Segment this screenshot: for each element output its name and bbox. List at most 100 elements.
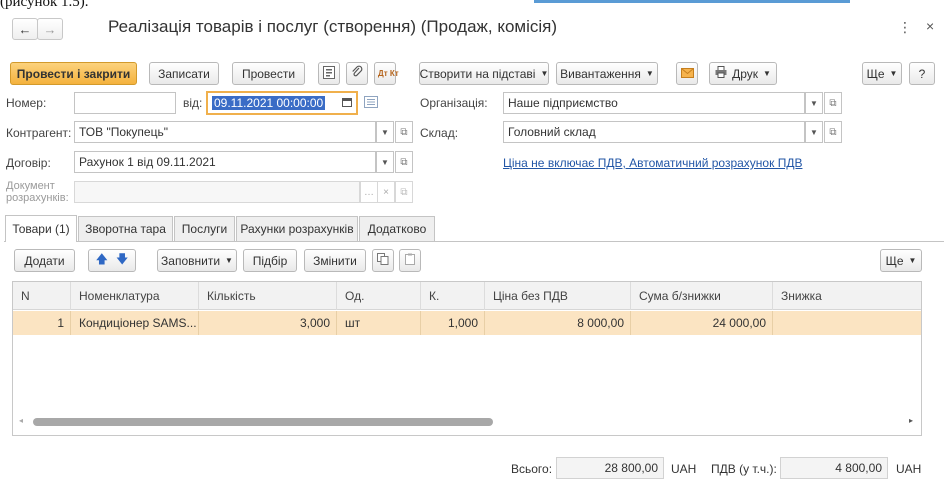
number-field[interactable] (74, 92, 176, 114)
arrow-up-icon[interactable]: 🡅 (96, 250, 108, 271)
calendar-icon[interactable] (342, 96, 352, 110)
total-currency: UAH (671, 462, 697, 476)
warehouse-open-button[interactable]: ⧉ (824, 121, 842, 143)
organization-label: Організація: (420, 96, 488, 110)
contract-dropdown-button[interactable]: ▼ (376, 151, 394, 173)
post-button[interactable]: Провести (232, 62, 305, 85)
chevron-down-icon: ▼ (540, 69, 549, 78)
column-header-coefficient[interactable]: К. (421, 282, 485, 310)
tab-services[interactable]: Послуги (174, 216, 235, 241)
chevron-down-icon: ▼ (908, 256, 917, 265)
chevron-down-icon: ▼ (889, 69, 898, 78)
column-header-item[interactable]: Номенклатура (71, 282, 199, 310)
organization-open-button[interactable]: ⧉ (824, 92, 842, 114)
cell-item[interactable]: Кондиціонер SAMS... (71, 311, 199, 335)
warehouse-dropdown-button[interactable]: ▼ (805, 121, 823, 143)
add-button[interactable]: Додати (14, 249, 75, 272)
arrow-right-icon: → (43, 21, 57, 37)
post-and-close-button[interactable]: Провести і закрити (10, 62, 137, 85)
copy-button[interactable] (372, 249, 394, 272)
horizontal-scrollbar[interactable] (33, 418, 903, 426)
scroll-right-icon[interactable]: ▸ (909, 416, 913, 425)
cell-amount[interactable]: 24 000,00 (631, 311, 773, 335)
settlement-label-line-2: розрахунків: (6, 192, 69, 204)
settlement-select-button[interactable]: … (360, 181, 378, 203)
counterparty-field[interactable]: ТОВ "Покупець" (74, 121, 376, 143)
counterparty-open-button[interactable]: ⧉ (395, 121, 413, 143)
contract-label: Договір: (6, 156, 51, 170)
print-button[interactable]: Друк ▼ (709, 62, 777, 85)
open-icon: ⧉ (829, 126, 837, 138)
vat-currency: UAH (896, 462, 922, 476)
scrollbar-thumb[interactable] (33, 418, 493, 426)
column-header-discount[interactable]: Знижка (773, 282, 921, 310)
change-button[interactable]: Змінити (304, 249, 366, 272)
counterparty-label: Контрагент: (6, 126, 72, 140)
close-icon[interactable]: × (926, 18, 934, 34)
chevron-down-icon: ▼ (381, 157, 389, 167)
cell-quantity[interactable]: 3,000 (199, 311, 337, 335)
warehouse-field[interactable]: Головний склад (503, 121, 805, 143)
ellipsis-icon: … (364, 186, 374, 198)
email-button[interactable] (676, 62, 698, 85)
cell-unit[interactable]: шт (337, 311, 421, 335)
total-label: Всього: (511, 462, 553, 476)
table-row[interactable]: 1 Кондиціонер SAMS... 3,000 шт 1,000 8 0… (13, 311, 921, 335)
tab-returnable-containers[interactable]: Зворотна тара (78, 216, 173, 241)
printer-icon (715, 66, 727, 81)
document-history-icon[interactable] (364, 96, 378, 111)
column-header-amount[interactable]: Сума б/знижки (631, 282, 773, 310)
goods-table[interactable]: N Номенклатура Кількість Од. К. Ціна без… (12, 281, 922, 436)
counterparty-dropdown-button[interactable]: ▼ (376, 121, 394, 143)
tab-additional[interactable]: Додатково (359, 216, 435, 241)
organization-dropdown-button[interactable]: ▼ (805, 92, 823, 114)
selection-button[interactable]: Підбір (243, 249, 297, 272)
attach-button[interactable] (346, 62, 368, 85)
tab-settlement-accounts[interactable]: Рахунки розрахунків (236, 216, 358, 241)
document-fragment-text: (рисунок 1.5). (0, 0, 89, 10)
forward-button[interactable]: → (37, 18, 63, 40)
email-icon (680, 67, 694, 81)
cell-n[interactable]: 1 (13, 311, 71, 335)
settlement-label-line-1: Документ (6, 180, 55, 192)
grid-more-button[interactable]: Ще ▼ (880, 249, 922, 272)
window-title: Реалізація товарів і послуг (створення) … (108, 17, 558, 36)
cell-discount[interactable] (773, 311, 921, 335)
column-header-quantity[interactable]: Кількість (199, 282, 337, 310)
upload-button[interactable]: Вивантаження ▼ (556, 62, 658, 85)
settlement-clear-button[interactable]: × (377, 181, 395, 203)
create-based-on-button[interactable]: Створити на підставі ▼ (419, 62, 549, 85)
open-icon: ⧉ (829, 97, 837, 109)
document-structure-icon (323, 65, 335, 82)
dt-kt-button[interactable]: Дт Кт (374, 62, 399, 85)
column-header-unit[interactable]: Од. (337, 282, 421, 310)
warehouse-label: Склад: (420, 126, 459, 140)
cell-coefficient[interactable]: 1,000 (421, 311, 485, 335)
date-field[interactable]: 09.11.2021 00:00:00 (206, 91, 358, 115)
fill-button[interactable]: Заповнити ▼ (157, 249, 237, 272)
contract-field[interactable]: Рахунок 1 від 09.11.2021 (74, 151, 376, 173)
upload-label: Вивантаження (560, 66, 641, 81)
cell-price[interactable]: 8 000,00 (485, 311, 631, 335)
chevron-down-icon: ▼ (381, 127, 389, 137)
tab-goods[interactable]: Товари (1) (5, 215, 77, 242)
move-rows-buttons[interactable]: 🡅 🡇 (88, 249, 136, 272)
organization-field[interactable]: Наше підприємство (503, 92, 805, 114)
contract-open-button[interactable]: ⧉ (395, 151, 413, 173)
back-button[interactable]: ← (12, 18, 38, 40)
more-actions-icon[interactable]: ⋮ (898, 19, 912, 36)
settlement-open-button[interactable]: ⧉ (395, 181, 413, 203)
settlement-document-field[interactable] (74, 181, 360, 203)
scroll-left-icon[interactable]: ◂ (19, 416, 23, 425)
more-button[interactable]: Ще ▼ (862, 62, 902, 85)
column-header-n[interactable]: N (13, 282, 71, 310)
arrow-down-icon[interactable]: 🡇 (116, 250, 128, 271)
help-button[interactable]: ? (909, 62, 935, 85)
paste-button[interactable] (399, 249, 421, 272)
vat-settings-link[interactable]: Ціна не включає ПДВ, Автоматичний розрах… (503, 156, 802, 170)
column-header-price[interactable]: Ціна без ПДВ (485, 282, 631, 310)
open-icon: ⧉ (400, 126, 408, 138)
document-structure-button[interactable] (318, 62, 340, 85)
table-header: N Номенклатура Кількість Од. К. Ціна без… (13, 282, 921, 310)
save-button[interactable]: Записати (149, 62, 219, 85)
